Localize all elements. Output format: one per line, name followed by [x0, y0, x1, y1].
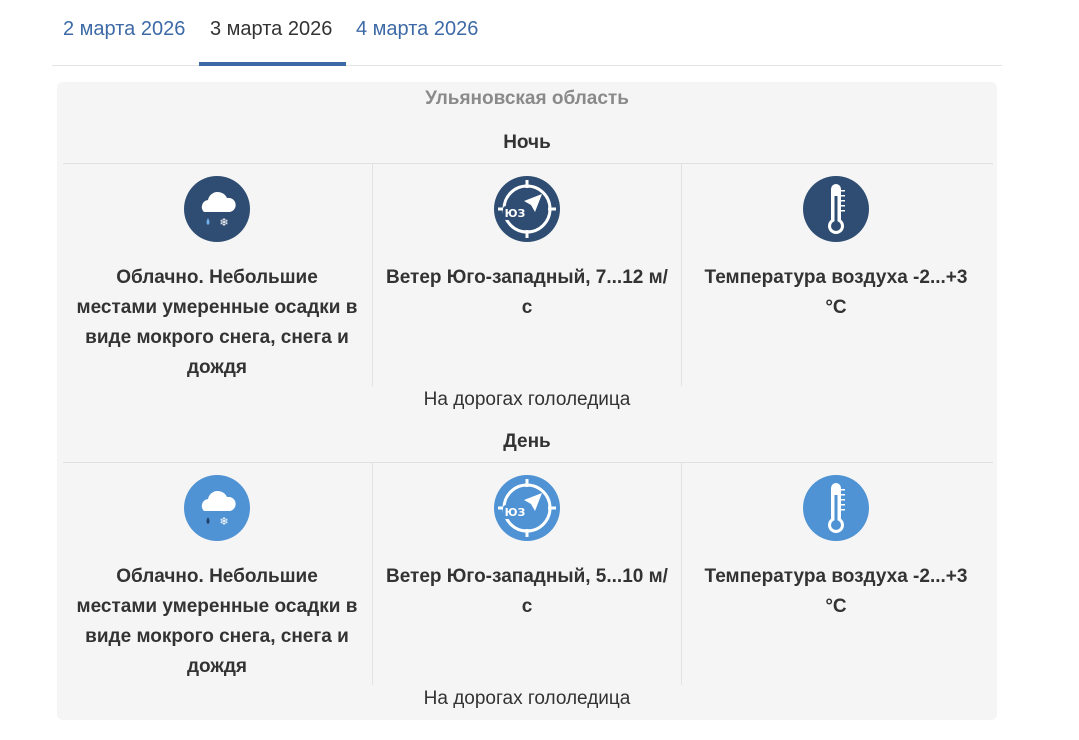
wind-icon-label: ЮЗ — [505, 506, 526, 519]
active-tab-indicator — [199, 62, 346, 66]
tab-march-3[interactable]: 3 марта 2026 — [210, 18, 332, 41]
day-title: День — [503, 431, 551, 452]
divider — [681, 164, 682, 386]
divider — [63, 462, 993, 463]
night-wind: ЮЗ Ветер Юго-западный, 7...12 м/с — [377, 176, 677, 323]
wind-direction-icon: ЮЗ — [494, 176, 560, 242]
divider — [63, 163, 993, 164]
divider — [372, 164, 373, 386]
day-wind: ЮЗ Ветер Юго-западный, 5...10 м/с — [377, 475, 677, 622]
wind-direction-icon: ЮЗ — [494, 475, 560, 541]
date-tabs: 2 марта 2026 3 марта 2026 4 марта 2026 — [52, 0, 1002, 66]
night-wind-text: Ветер Юго-западный, 7...12 м/с — [386, 267, 668, 318]
night-weather-text: Облачно. Небольшие местами умеренные оса… — [76, 267, 358, 378]
night-weather: ❄ Облачно. Небольшие местами умеренные о… — [67, 176, 367, 383]
night-title: Ночь — [503, 132, 551, 153]
thermometer-icon — [803, 475, 869, 541]
cloud-rain-snow-icon: ❄ — [184, 176, 250, 242]
divider — [372, 463, 373, 685]
wind-icon-label: ЮЗ — [505, 207, 526, 220]
divider — [681, 463, 682, 685]
day-road-conditions: На дорогах гололедица — [423, 688, 631, 709]
region-title: Ульяновская область — [425, 88, 629, 109]
day-weather-text: Облачно. Небольшие местами умеренные оса… — [76, 566, 358, 677]
tab-march-4[interactable]: 4 марта 2026 — [356, 18, 478, 41]
night-temperature-text: Температура воздуха -2...+3 °С — [704, 267, 968, 318]
day-wind-text: Ветер Юго-западный, 5...10 м/с — [386, 566, 668, 617]
thermometer-icon — [803, 176, 869, 242]
day-weather: ❄ Облачно. Небольшие местами умеренные о… — [67, 475, 367, 682]
tab-march-2[interactable]: 2 марта 2026 — [63, 18, 185, 41]
svg-text:❄: ❄ — [219, 515, 228, 528]
forecast-card: Ульяновская область Ночь ❄ Облачно. Небо… — [57, 82, 997, 720]
night-road-conditions: На дорогах гололедица — [423, 389, 631, 410]
night-temperature: Температура воздуха -2...+3 °С — [686, 176, 986, 323]
day-temperature: Температура воздуха -2...+3 °С — [686, 475, 986, 622]
svg-text:❄: ❄ — [219, 216, 228, 229]
day-temperature-text: Температура воздуха -2...+3 °С — [704, 566, 968, 617]
cloud-rain-snow-icon: ❄ — [184, 475, 250, 541]
